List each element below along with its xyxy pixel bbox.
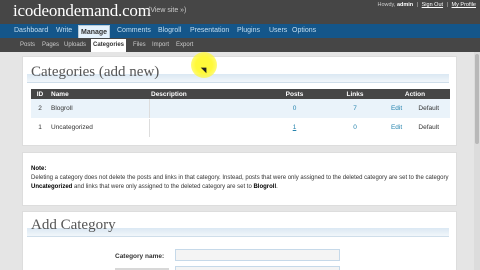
nav-blogroll[interactable]: Blogroll bbox=[158, 24, 181, 38]
note-panel: Note: Deleting a category does not delet… bbox=[22, 152, 457, 206]
add-category-heading: Add Category bbox=[31, 217, 116, 233]
cell-posts-link[interactable]: 1 bbox=[259, 118, 330, 138]
nav-presentation[interactable]: Presentation bbox=[190, 24, 229, 38]
site-title: icodeondemand.com bbox=[13, 1, 151, 20]
nav-options[interactable]: Options bbox=[292, 24, 316, 38]
nav-write[interactable]: Write bbox=[56, 24, 72, 38]
cell-name: Blogroll bbox=[49, 99, 149, 119]
second-field-input[interactable] bbox=[175, 266, 340, 270]
edit-link[interactable]: Edit bbox=[391, 124, 402, 131]
cell-actions: Edit Default bbox=[380, 99, 450, 119]
table-row: 1 Uncategorized 1 0 Edit Default bbox=[31, 118, 450, 138]
nav-dashboard[interactable]: Dashboard bbox=[14, 24, 48, 38]
nav-plugins[interactable]: Plugins bbox=[237, 24, 260, 38]
subnav-export[interactable]: Export bbox=[176, 38, 193, 52]
add-new-link[interactable]: (add new) bbox=[99, 64, 159, 80]
page-scrollbar[interactable] bbox=[474, 52, 480, 270]
nav-comments[interactable]: Comments bbox=[117, 24, 151, 38]
category-name-input[interactable] bbox=[175, 249, 340, 261]
cell-links-link[interactable]: 0 bbox=[330, 118, 380, 138]
categories-heading: Categories (add new) bbox=[31, 64, 159, 81]
note-body-2: and links that were only assigned to the… bbox=[74, 184, 252, 190]
cell-description bbox=[148, 118, 259, 138]
subnav-files[interactable]: Files bbox=[133, 38, 146, 52]
nav-users[interactable]: Users bbox=[269, 24, 287, 38]
greeting-text: Howdy, bbox=[377, 2, 396, 8]
note-title: Note: bbox=[31, 166, 47, 172]
add-category-panel: Add Category Category name: bbox=[22, 211, 457, 270]
username: admin bbox=[396, 2, 414, 8]
col-action: Action bbox=[380, 89, 450, 99]
subnav-uploads[interactable]: Uploads bbox=[64, 38, 86, 52]
user-bar: Howdy, admin | Sign Out | My Profile bbox=[375, 2, 476, 8]
col-description: Description bbox=[149, 89, 259, 99]
cell-links-link[interactable]: 7 bbox=[330, 99, 380, 119]
separator: | bbox=[446, 2, 449, 8]
subnav-import[interactable]: Import bbox=[152, 38, 169, 52]
nav-manage[interactable]: Manage bbox=[78, 25, 111, 38]
default-label: Default bbox=[418, 104, 440, 112]
sign-out-link[interactable]: Sign Out bbox=[422, 2, 443, 8]
my-profile-link[interactable]: My Profile bbox=[452, 2, 476, 8]
categories-panel: Categories (add new) ID Name Description… bbox=[22, 56, 457, 146]
subnav-pages[interactable]: Pages bbox=[42, 38, 59, 52]
main-nav: Dashboard Write Manage Comments Blogroll… bbox=[0, 24, 480, 38]
default-label: Default bbox=[418, 124, 440, 131]
note-bold-uncategorized: Uncategorized bbox=[31, 184, 73, 190]
cell-id: 1 bbox=[31, 118, 49, 138]
cell-name: Uncategorized bbox=[49, 118, 149, 138]
separator: | bbox=[416, 2, 419, 8]
table-row: 2 Blogroll 0 7 Edit Default bbox=[31, 99, 450, 119]
col-links: Links bbox=[330, 89, 380, 99]
subnav-posts[interactable]: Posts bbox=[20, 38, 35, 52]
sub-nav: Posts Pages Uploads Categories Files Imp… bbox=[0, 38, 480, 52]
admin-header: icodeondemand.com (View site ») Howdy, a… bbox=[0, 0, 480, 24]
cell-posts-link[interactable]: 0 bbox=[259, 99, 330, 119]
categories-table: ID Name Description Posts Links Action 2… bbox=[31, 89, 450, 138]
scrollbar-thumb[interactable] bbox=[475, 54, 479, 144]
col-name: Name bbox=[49, 89, 149, 99]
note-text: Note: Deleting a category does not delet… bbox=[31, 165, 451, 192]
col-id: ID bbox=[31, 89, 49, 99]
category-name-label: Category name: bbox=[115, 253, 165, 260]
table-header-row: ID Name Description Posts Links Action bbox=[31, 89, 450, 99]
view-site-link[interactable]: (View site ») bbox=[148, 7, 186, 14]
col-posts: Posts bbox=[259, 89, 330, 99]
subnav-categories[interactable]: Categories bbox=[91, 39, 127, 52]
note-body-3: . bbox=[276, 184, 278, 190]
note-bold-blogroll: Blogroll bbox=[253, 184, 277, 190]
categories-title: Categories bbox=[31, 64, 96, 80]
cell-description bbox=[148, 99, 259, 119]
cell-id: 2 bbox=[31, 99, 49, 119]
note-body-1: Deleting a category does not delete the … bbox=[31, 175, 449, 181]
edit-link[interactable]: Edit bbox=[391, 105, 402, 112]
cell-actions: Edit Default bbox=[380, 118, 450, 138]
